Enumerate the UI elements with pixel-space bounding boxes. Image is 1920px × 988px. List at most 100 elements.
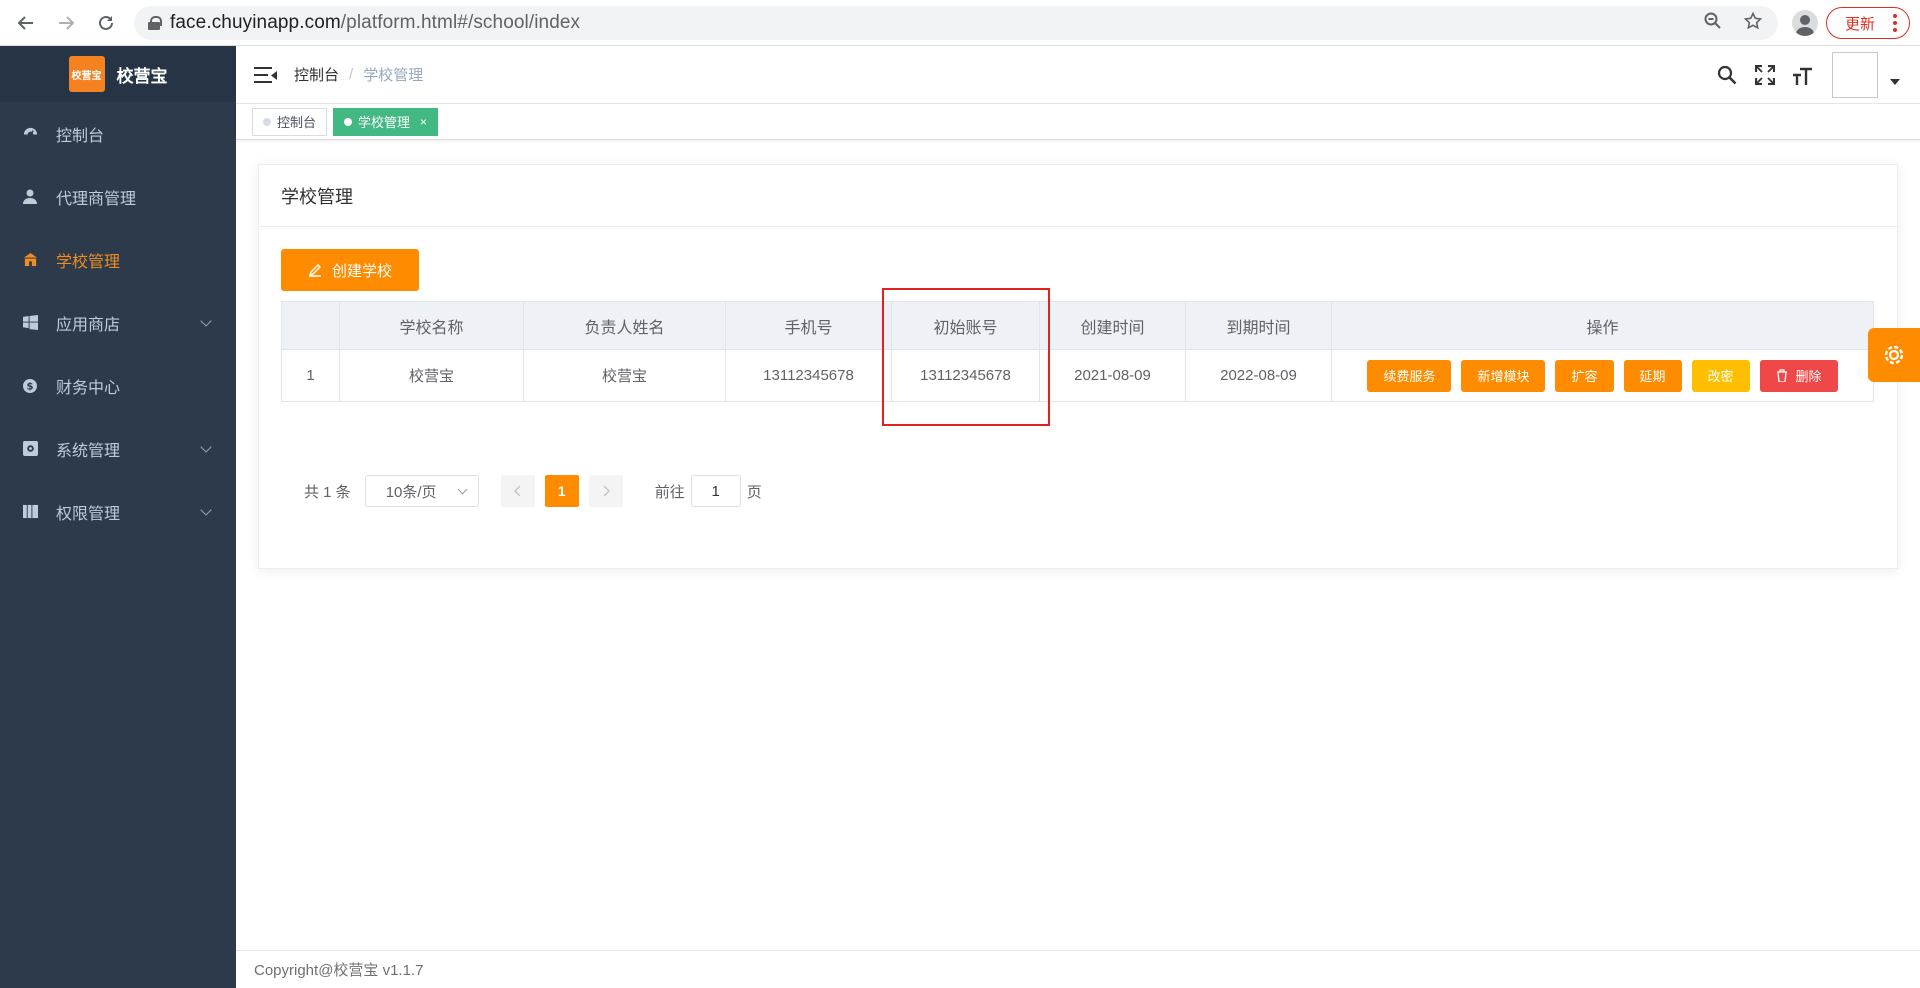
sidebar-item-dashboard[interactable]: 控制台 [0,102,236,165]
create-school-label: 创建学校 [331,262,392,280]
gear-icon [1884,345,1904,365]
cell-school: 校营宝 [339,349,524,402]
table-header-row: 学校名称 负责人姓名 手机号 初始账号 创建时间 到期时间 操作 [281,301,1874,350]
school-icon [22,252,38,268]
sidebar: 校营宝 校营宝 控制台 代理商管理 学校管理 应用商店 $ 财务中心 系统管理 … [0,46,236,988]
table-row: 1 校营宝 校营宝 13112345678 13112345678 2021-0… [281,349,1874,402]
browser-update-button[interactable]: 更新 [1826,7,1910,39]
cell-account: 13112345678 [891,349,1040,402]
page-size-value: 10条/页 [385,483,437,501]
tag-dashboard[interactable]: 控制台 [252,107,328,136]
chevron-down-icon [200,441,212,453]
tag-dot [344,117,353,126]
change-password-button[interactable]: 改密 [1691,359,1750,392]
sidebar-item-label: 系统管理 [56,442,121,460]
caret-down-icon[interactable] [1890,79,1900,85]
cell-phone: 13112345678 [725,349,892,402]
sidebar-item-label: 代理商管理 [56,190,137,208]
chevron-right-icon [603,485,610,497]
page-unit-label: 页 [746,483,762,501]
breadcrumb: 控制台 / 学校管理 [294,64,423,85]
trash-icon [1776,369,1787,382]
svg-text:$: $ [27,381,34,392]
col-expires-header: 到期时间 [1185,301,1332,350]
next-page-button[interactable] [588,475,623,507]
bars-icon [22,504,38,520]
delete-button[interactable]: 删除 [1759,359,1838,392]
col-manager-header: 负责人姓名 [523,301,726,350]
avatar[interactable] [1832,52,1878,98]
tag-label: 控制台 [277,115,317,130]
logo-text: 校营宝 [116,66,168,86]
sidebar-item-label: 财务中心 [56,379,121,397]
close-icon[interactable]: × [420,115,427,129]
hamburger-icon[interactable] [254,66,278,84]
cell-index: 1 [281,349,340,402]
logo[interactable]: 校营宝 校营宝 [0,46,236,102]
update-label: 更新 [1845,15,1876,33]
extend-button[interactable]: 延期 [1623,359,1682,392]
sidebar-item-label: 控制台 [56,127,105,145]
expand-capacity-button[interactable]: 扩容 [1555,359,1614,392]
copyright-text: Copyright@校营宝 v1.1.7 [254,962,424,979]
profile-avatar-icon[interactable] [1792,10,1818,36]
browser-toolbar: face.chuyinapp.com/platform.html#/school… [0,0,1920,46]
lock-icon [148,16,162,30]
prev-page-button[interactable] [500,475,535,507]
address-bar[interactable]: face.chuyinapp.com/platform.html#/school… [134,6,1778,40]
page-number[interactable]: 1 [544,475,579,507]
card-title: 学校管理 [259,165,1897,227]
breadcrumb-separator: / [349,66,354,83]
chevron-down-icon [457,484,468,495]
coin-icon: $ [22,378,38,394]
breadcrumb-home[interactable]: 控制台 [294,64,339,85]
settings-panel-button[interactable] [1868,328,1920,382]
col-account-header: 初始账号 [891,301,1040,350]
school-table: 学校名称 负责人姓名 手机号 初始账号 创建时间 到期时间 操作 1 校营宝 校… [281,301,1874,402]
footer: Copyright@校营宝 v1.1.7 [236,950,1920,988]
bookmark-star-icon[interactable] [1743,11,1763,35]
goto-page-input[interactable]: 1 [690,475,741,507]
sidebar-item-finance[interactable]: $ 财务中心 [0,354,236,417]
fullscreen-icon[interactable] [1746,46,1784,104]
sidebar-item-school[interactable]: 学校管理 [0,228,236,291]
sidebar-item-label: 学校管理 [56,253,121,271]
cell-manager: 校营宝 [523,349,726,402]
menu-dots-icon [1893,14,1897,32]
zoom-icon[interactable] [1704,12,1722,35]
sidebar-item-app-store[interactable]: 应用商店 [0,291,236,354]
edit-icon [308,264,321,277]
pagination: 共 1 条 10条/页 1 前往 1 页 [304,475,762,507]
tags-view: 控制台 学校管理 × [236,104,1920,140]
font-size-icon[interactable] [1784,46,1822,104]
cell-expires: 2022-08-09 [1185,349,1332,402]
chevron-down-icon [200,504,212,516]
sidebar-item-permissions[interactable]: 权限管理 [0,480,236,543]
renew-service-button[interactable]: 续费服务 [1367,359,1452,392]
breadcrumb-current: 学校管理 [363,67,424,84]
page-size-select[interactable]: 10条/页 [364,475,479,507]
sidebar-item-system[interactable]: 系统管理 [0,417,236,480]
chevron-down-icon [200,315,212,327]
url-text: face.chuyinapp.com/platform.html#/school… [170,12,581,33]
col-school-header: 学校名称 [339,301,524,350]
col-ops-header: 操作 [1331,301,1874,350]
search-icon[interactable] [1708,46,1746,104]
add-module-button[interactable]: 新增模块 [1461,359,1546,392]
logo-badge: 校营宝 [68,56,105,92]
pagination-total: 共 1 条 [304,483,351,501]
sidebar-item-label: 应用商店 [56,316,121,334]
school-card: 学校管理 创建学校 学校名称 负责人姓名 手机号 初始账号 创建时间 到期时间 … [258,164,1898,569]
col-index-header [281,301,340,350]
cell-ops: 续费服务 新增模块 扩容 延期 改密 删除 [1331,349,1874,402]
back-icon[interactable] [12,9,40,37]
create-school-button[interactable]: 创建学校 [281,249,419,291]
main-area: 控制台 / 学校管理 控制台 学校管理 × 学校管理 创建学校 学校名称 负责人… [236,46,1920,988]
forward-icon[interactable] [52,9,80,37]
chevron-left-icon [513,485,521,497]
tag-school-management[interactable]: 学校管理 × [333,107,439,136]
col-created-header: 创建时间 [1039,301,1186,350]
delete-label: 删除 [1795,369,1822,384]
sidebar-item-agents[interactable]: 代理商管理 [0,165,236,228]
reload-icon[interactable] [92,9,120,37]
